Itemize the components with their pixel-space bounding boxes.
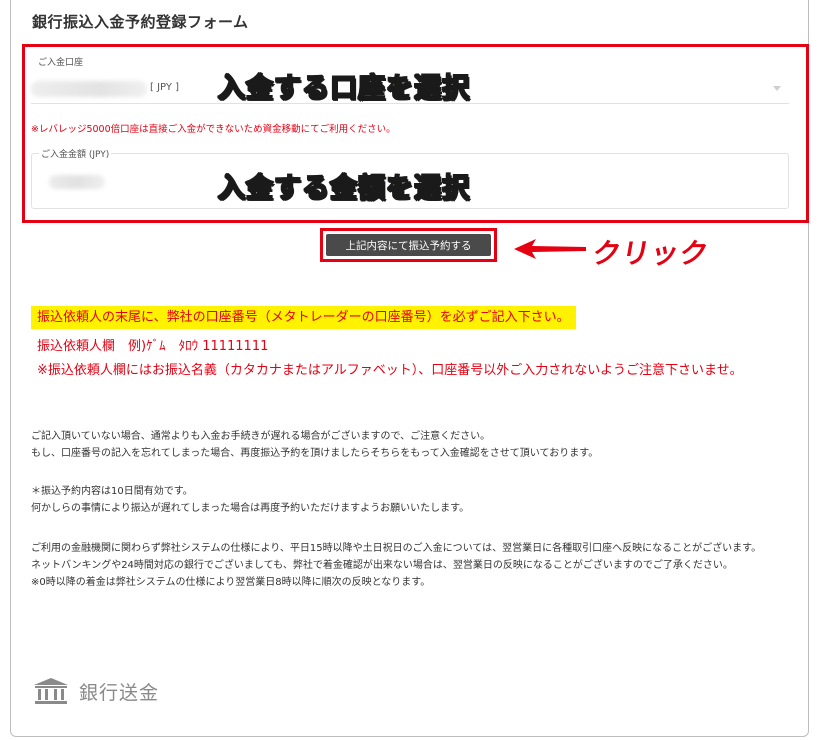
info-line: ご利用の金融機関に関わらず弊社システムの仕様により、平日15時以降や土日祝日のご… xyxy=(31,543,762,554)
account-currency: [ JPY ] xyxy=(150,82,180,93)
callout-select-amount: 入金する金額を選択 xyxy=(217,172,470,205)
arrow-left-icon xyxy=(514,239,586,259)
bank-transfer-logo: 銀行送金 xyxy=(33,677,159,705)
info-block-1: ご記入頂いていない場合、通常よりも入金お手続きが遅れる場合がございますので、ご注… xyxy=(31,428,791,462)
info-line: ネットバンキングや24時間対応の銀行でございましても、弊社で着金確認が出来ない場… xyxy=(31,560,733,571)
account-number-redacted xyxy=(31,81,147,97)
warning-note: ※振込依頼人欄にはお振込名義（カタカナまたはアルファベット）、口座番号以外ご入力… xyxy=(37,363,743,378)
example-line: 振込依頼人欄 例)ｹﾞﾑ ﾀﾛｳ 11111111 xyxy=(37,339,269,354)
chevron-down-icon xyxy=(773,86,781,91)
highlight-note: 振込依頼人の末尾に、弊社の口座番号（メタトレーダーの口座番号）を必ずご記入下さい… xyxy=(31,306,576,329)
account-label: ご入金口座 xyxy=(38,58,84,68)
info-block-2: ＊振込予約内容は10日間有効です。 何かしらの事情により振込が遅れてしまった場合… xyxy=(31,483,791,517)
form-title: 銀行振込入金予約登録フォーム xyxy=(32,13,249,31)
submit-reservation-button[interactable]: 上記内容にて振込予約する xyxy=(326,234,491,256)
amount-value-redacted xyxy=(49,175,105,189)
amount-label: ご入金金額 (JPY) xyxy=(39,147,112,160)
bank-building-icon xyxy=(34,678,68,704)
info-line: もし、口座番号の記入を忘れてしまった場合、再度振込予約を頂けましたらそちらをもっ… xyxy=(31,448,599,459)
info-block-3: ご利用の金融機関に関わらず弊社システムの仕様により、平日15時以降や土日祝日のご… xyxy=(31,540,791,591)
info-line: ＊振込予約内容は10日間有効です。 xyxy=(31,486,193,497)
bank-transfer-label: 銀行送金 xyxy=(79,681,160,704)
info-line: 何かしらの事情により振込が遅れてしまった場合は再度予約いただけますようお願いいた… xyxy=(31,503,470,514)
highlight-frame-submit: 上記内容にて振込予約する xyxy=(320,228,497,262)
callout-click: クリック xyxy=(589,237,712,270)
info-line: ※0時以降の着金は弊社システムの仕様により翌営業日8時以降に順次の反映となります… xyxy=(31,577,431,588)
callout-select-account: 入金する口座を選択 xyxy=(217,72,470,105)
leverage-note: ※レバレッジ5000倍口座は直接ご入金ができないため資金移動にてご利用ください。 xyxy=(31,124,396,135)
info-line: ご記入頂いていない場合、通常よりも入金お手続きが遅れる場合がございますので、ご注… xyxy=(31,431,491,442)
